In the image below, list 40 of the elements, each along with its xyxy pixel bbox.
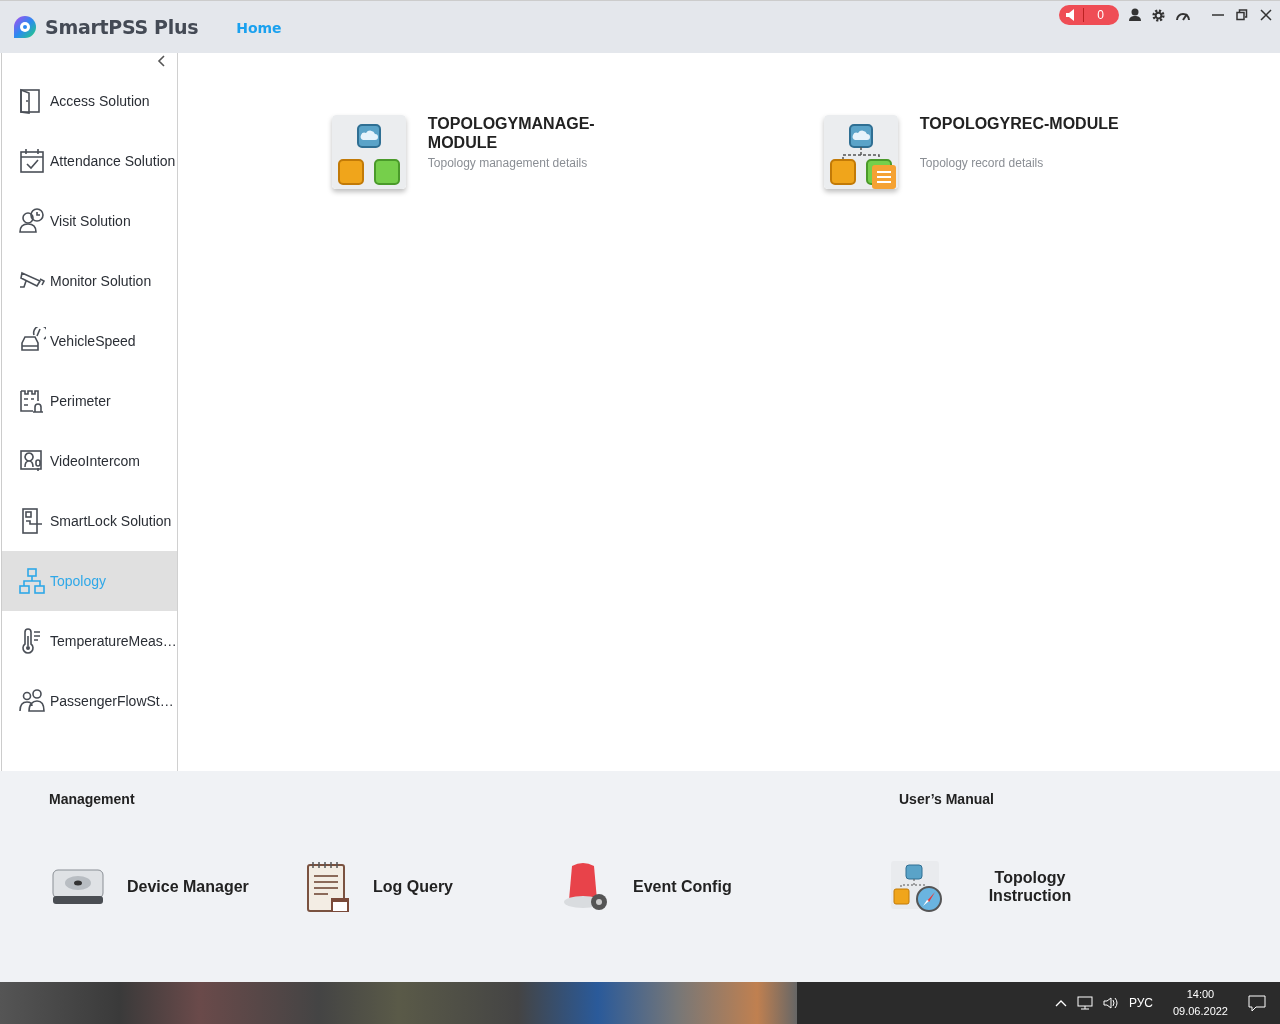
sidebar-item[interactable]: Access Solution (2, 70, 177, 131)
section-heading: User’s Manual (899, 791, 995, 810)
module-icon[interactable] (331, 114, 406, 189)
user-icon[interactable] (1128, 8, 1142, 22)
network-icon[interactable] (1076, 996, 1093, 1010)
sidebar-item[interactable]: Attendance Solution (2, 130, 177, 191)
module-title[interactable]: TOPOLOGYREC-MODULE (919, 113, 1140, 133)
collapse-icon[interactable] (156, 54, 165, 67)
solution-icon (18, 566, 46, 595)
solution-icon (18, 146, 46, 175)
module-description: Topology record details (919, 155, 1045, 170)
notification-icon[interactable] (1248, 994, 1266, 1012)
sidebar-item[interactable]: PassengerFlowSt… (2, 670, 177, 731)
sidebar-item[interactable]: VehicleSpeed (2, 310, 177, 371)
restore-icon[interactable] (1236, 9, 1248, 21)
notepad-icon (305, 860, 351, 915)
sidebar-item[interactable]: Visit Solution (2, 190, 177, 251)
section-heading: Management (49, 791, 136, 810)
module-description: Topology management details (427, 155, 589, 170)
sidebar-item[interactable]: Monitor Solution (2, 250, 177, 311)
clock[interactable]: 14:00 09.06.2022 (1172, 986, 1228, 1020)
sidebar-item[interactable]: SmartLock Solution (2, 490, 177, 551)
sidebar-item[interactable]: TemperatureMeas… (2, 610, 177, 671)
module-icon[interactable] (823, 114, 898, 189)
close-icon[interactable] (1260, 9, 1272, 21)
alarm-button[interactable]: 0 (1059, 5, 1119, 25)
sidebar-item[interactable]: Perimeter (2, 370, 177, 431)
solution-icon (18, 686, 46, 715)
solution-icon (18, 206, 46, 235)
app-title: SmartPSS Plus (45, 15, 199, 38)
tool-label[interactable]: Event Config (633, 878, 732, 897)
tool-label[interactable]: Topology Instruction (985, 869, 1075, 906)
chevron-up-icon[interactable] (1054, 999, 1067, 1007)
module-title[interactable]: TOPOLOGYMANAGE-MODULE (427, 113, 603, 152)
settings-icon[interactable] (1151, 7, 1166, 23)
language-indicator[interactable]: РУС (1128, 996, 1153, 1010)
tool-label[interactable]: Log Query (373, 878, 453, 897)
speaker-icon[interactable] (1102, 996, 1119, 1010)
tool-label[interactable]: Device Manager (127, 878, 249, 897)
sidebar-item[interactable]: VideoIntercom (2, 430, 177, 491)
